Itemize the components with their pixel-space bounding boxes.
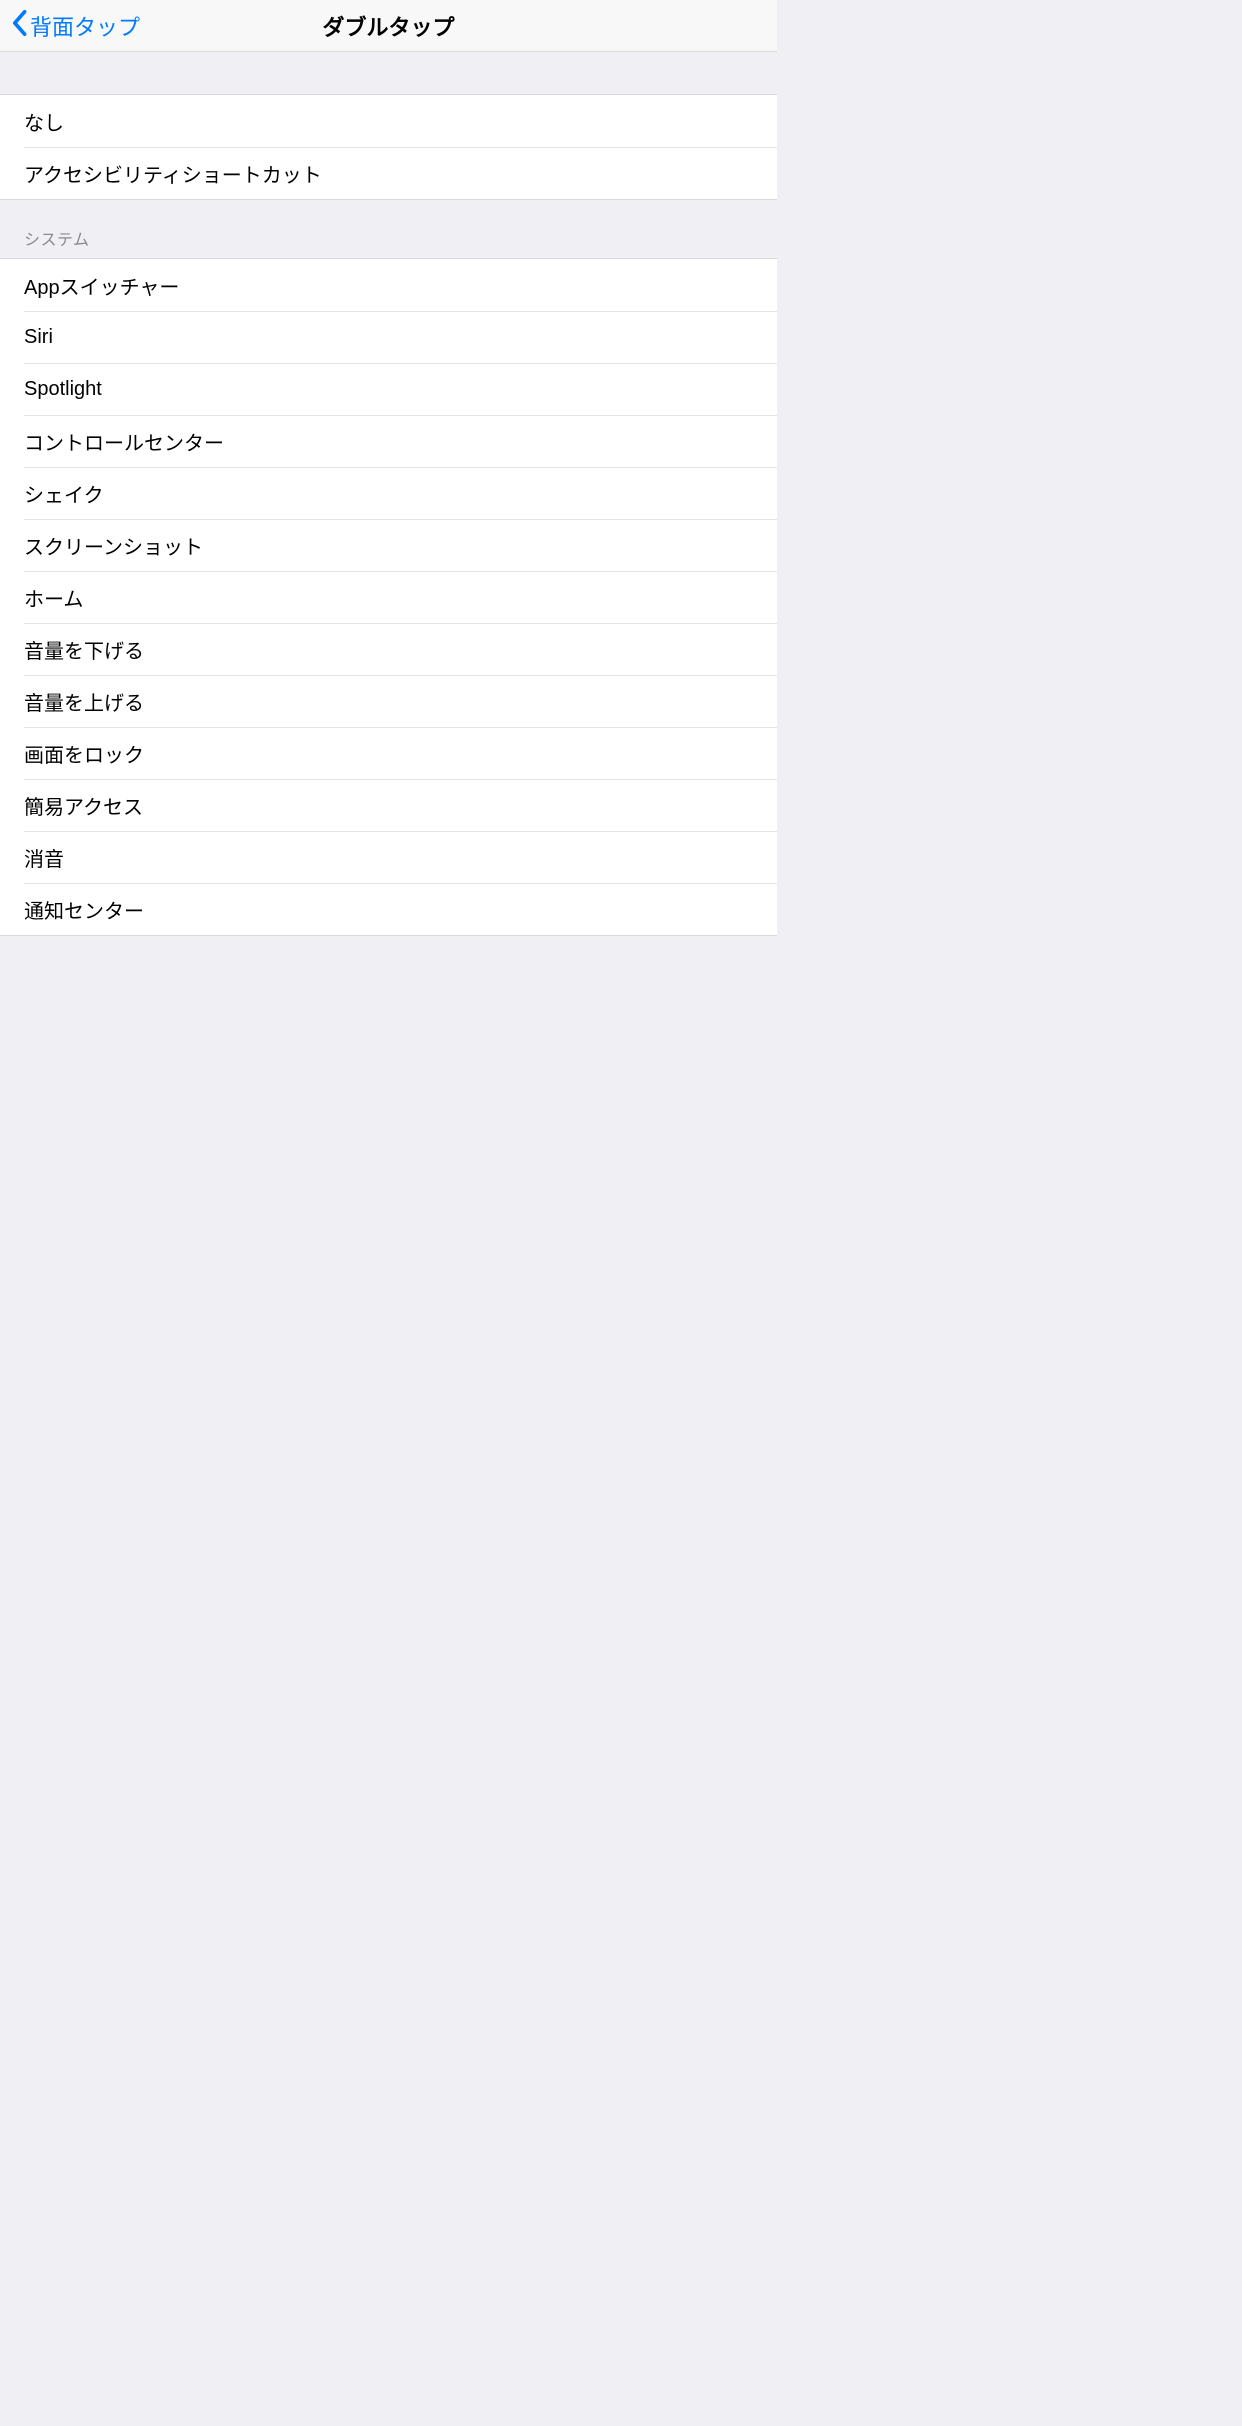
option-label: 消音	[24, 843, 64, 872]
option-label: Siri	[24, 326, 53, 349]
option-label: 音量を上げる	[24, 687, 144, 716]
option-mute[interactable]: 消音	[0, 831, 777, 883]
chevron-left-icon	[10, 9, 28, 43]
option-screenshot[interactable]: スクリーンショット	[0, 519, 777, 571]
option-label: スクリーンショット	[24, 531, 203, 560]
option-label: アクセシビリティショートカット	[24, 159, 322, 188]
section-spacer	[0, 52, 777, 94]
option-spotlight[interactable]: Spotlight	[0, 363, 777, 415]
option-reachability[interactable]: 簡易アクセス	[0, 779, 777, 831]
option-label: Spotlight	[24, 378, 102, 401]
option-shake[interactable]: シェイク	[0, 467, 777, 519]
option-label: Appスイッチャー	[24, 271, 179, 300]
section-header-system: システム	[0, 200, 777, 258]
back-button[interactable]: 背面タップ	[0, 9, 140, 43]
section-spacer	[0, 936, 777, 966]
option-siri[interactable]: Siri	[0, 311, 777, 363]
option-label: 通知センター	[24, 895, 144, 924]
back-label: 背面タップ	[30, 10, 140, 42]
option-label: 音量を下げる	[24, 635, 144, 664]
option-label: コントロールセンター	[24, 427, 224, 456]
option-home[interactable]: ホーム	[0, 571, 777, 623]
option-control-center[interactable]: コントロールセンター	[0, 415, 777, 467]
option-volume-up[interactable]: 音量を上げる	[0, 675, 777, 727]
option-none[interactable]: なし	[0, 95, 777, 147]
option-list-system: Appスイッチャー Siri Spotlight コントロールセンター シェイク…	[0, 258, 777, 936]
section-header-label: システム	[24, 226, 90, 250]
option-label: 画面をロック	[24, 739, 144, 768]
option-list: なし アクセシビリティショートカット	[0, 94, 777, 200]
option-label: ホーム	[24, 583, 83, 612]
nav-bar: 背面タップ ダブルタップ	[0, 0, 777, 52]
option-label: 簡易アクセス	[24, 791, 143, 820]
option-lock-screen[interactable]: 画面をロック	[0, 727, 777, 779]
option-accessibility-shortcut[interactable]: アクセシビリティショートカット	[0, 147, 777, 199]
option-app-switcher[interactable]: Appスイッチャー	[0, 259, 777, 311]
option-label: なし	[24, 107, 64, 136]
option-volume-down[interactable]: 音量を下げる	[0, 623, 777, 675]
option-notification-center[interactable]: 通知センター	[0, 883, 777, 935]
option-label: シェイク	[24, 479, 104, 508]
